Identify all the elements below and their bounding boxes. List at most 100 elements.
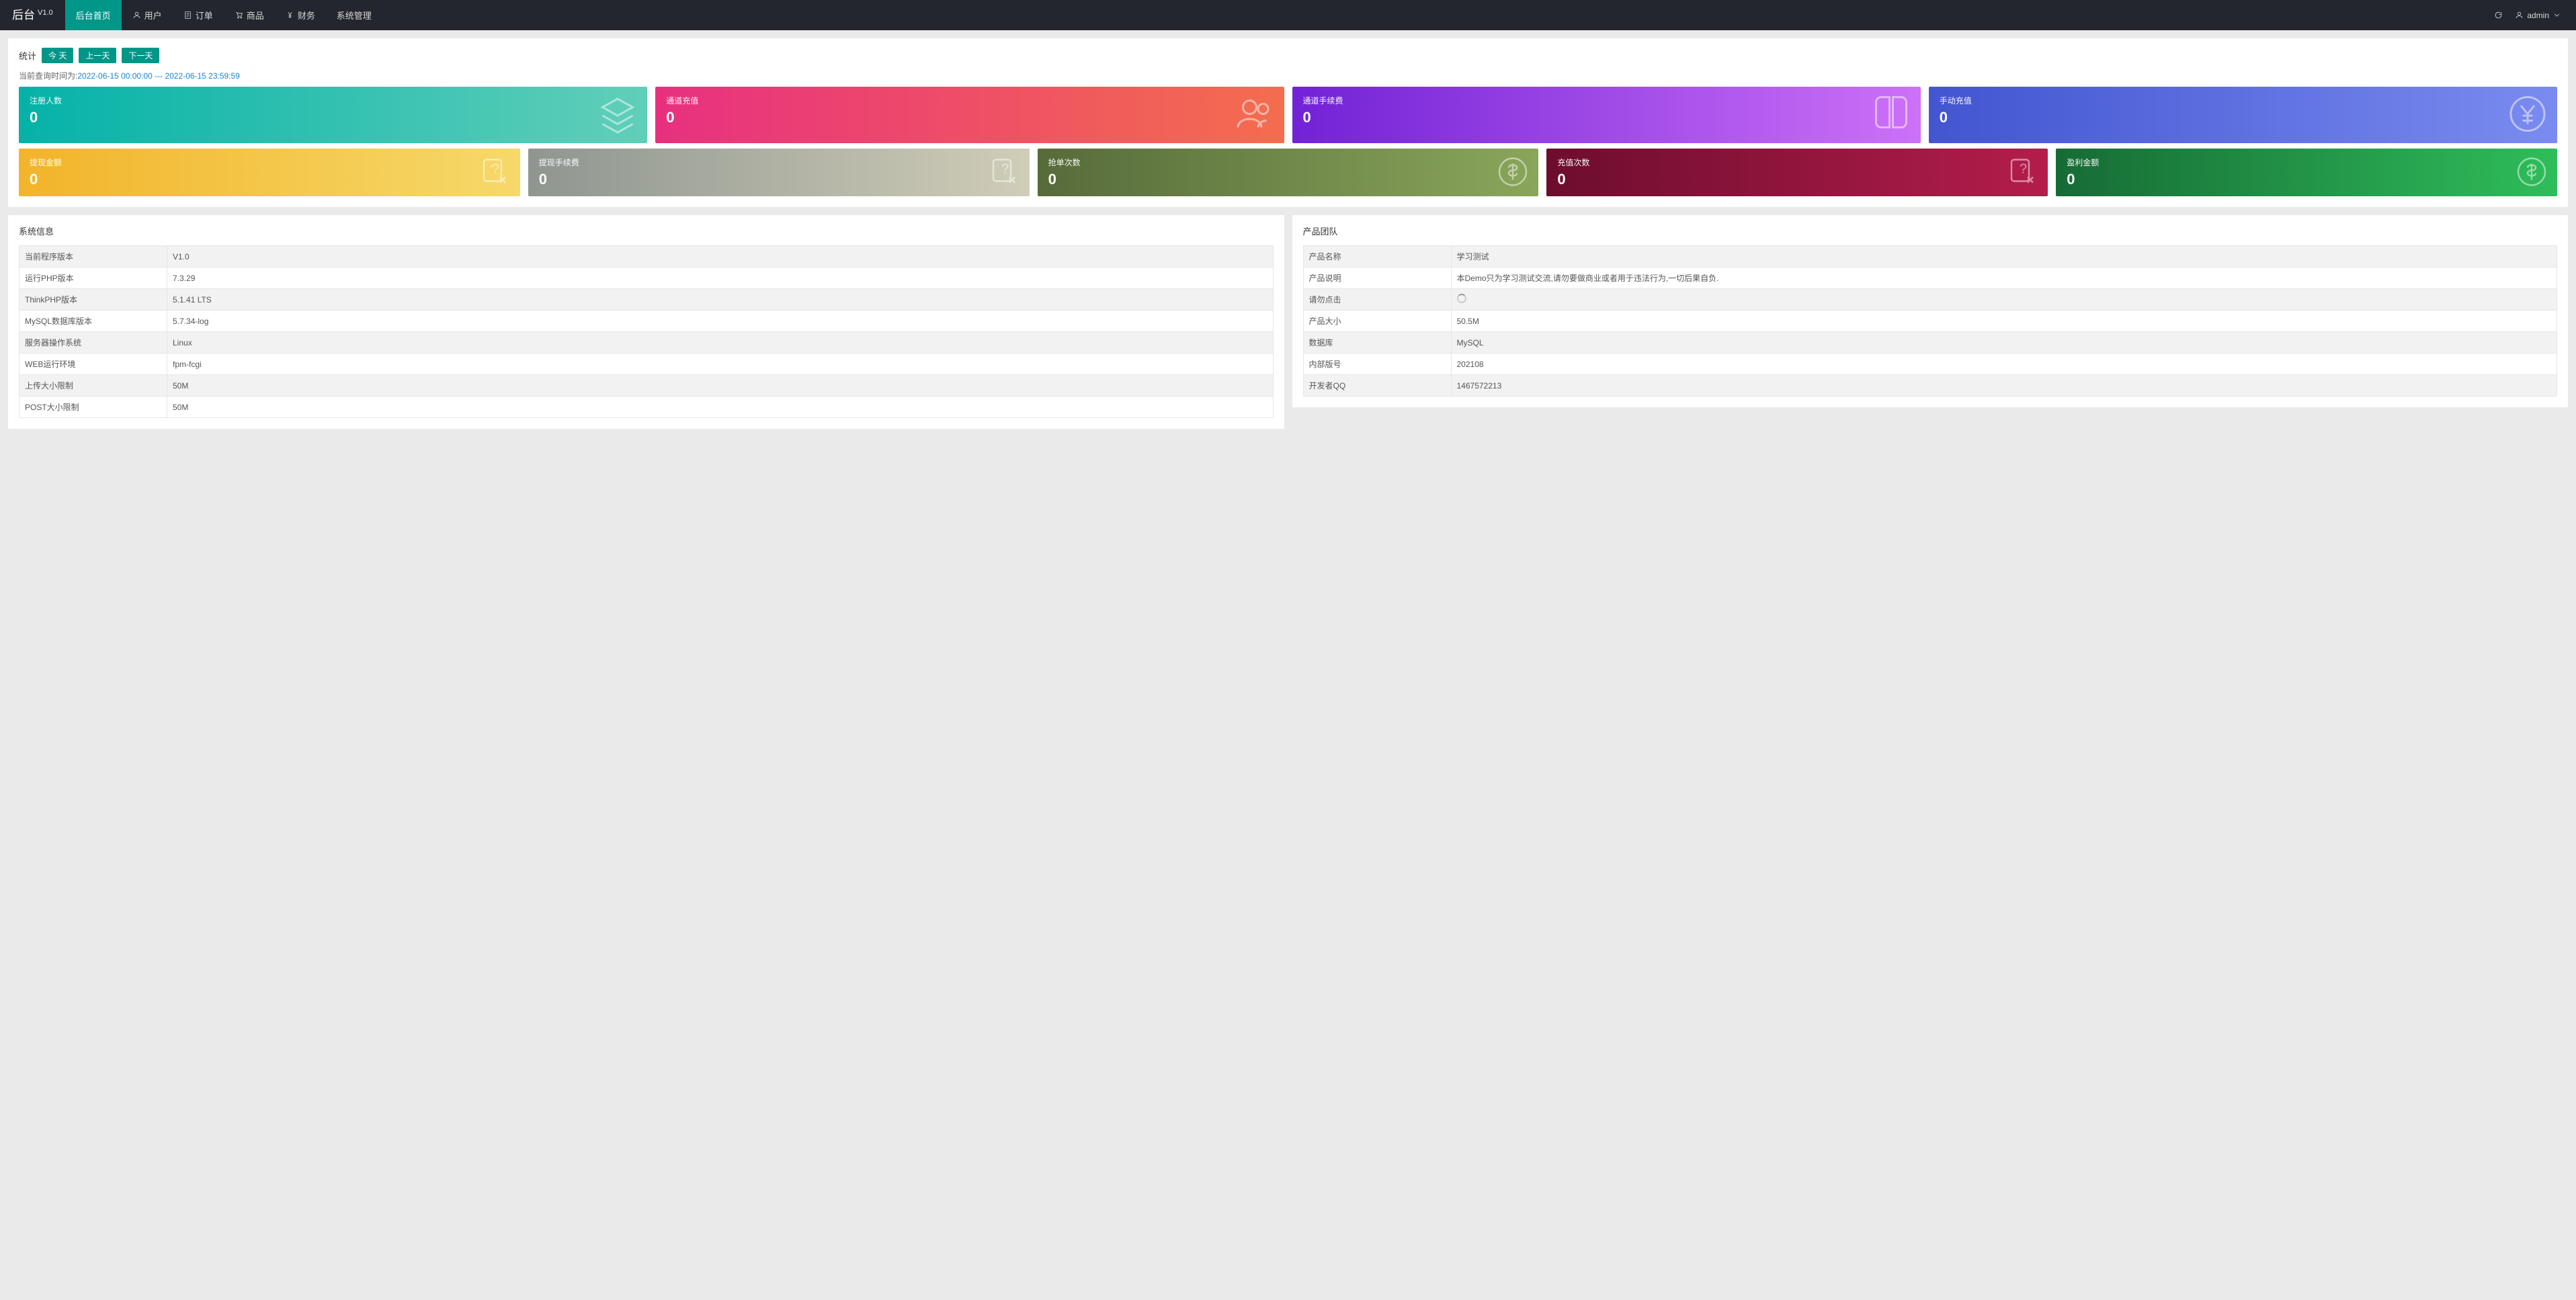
row-value: Linux xyxy=(167,332,1274,354)
tile-grab-count[interactable]: 抢单次数 0 xyxy=(1038,149,1539,196)
table-row: MySQL数据库版本5.7.34-log xyxy=(19,311,1274,332)
query-time-prefix: 当前查询时间为: xyxy=(19,71,77,81)
sysinfo-table: 当前程序版本V1.0运行PHP版本7.3.29ThinkPHP版本5.1.41 … xyxy=(19,245,1274,418)
table-row: WEB运行环境fpm-fcgi xyxy=(19,354,1274,375)
row-value: fpm-fcgi xyxy=(167,354,1274,375)
tile-title: 通道手续费 xyxy=(1303,95,1910,106)
info-row: 系统信息 当前程序版本V1.0运行PHP版本7.3.29ThinkPHP版本5.… xyxy=(8,215,2568,429)
dollar-circle-icon xyxy=(1497,155,1529,190)
row-value: 50M xyxy=(167,397,1274,418)
query-time-line: 当前查询时间为:2022-06-15 00:00:00 --- 2022-06-… xyxy=(19,70,2557,81)
nav-finance[interactable]: 财务 xyxy=(275,0,326,30)
logo-text: 后台 xyxy=(12,0,35,30)
tile-value: 0 xyxy=(539,171,1019,188)
tile-value: 0 xyxy=(30,171,509,188)
row-value: 50M xyxy=(167,375,1274,397)
tile-title: 充值次数 xyxy=(1557,157,2037,168)
yen-circle-icon xyxy=(2507,94,2548,136)
user-menu[interactable]: admin xyxy=(2515,11,2561,20)
tile-manual-recharge[interactable]: 手动充值 0 xyxy=(1929,87,2557,143)
tile-title: 手动充值 xyxy=(1940,95,2546,106)
refresh-icon xyxy=(2494,11,2503,19)
row-value: 50.5M xyxy=(1451,311,2557,332)
nav-users[interactable]: 用户 xyxy=(122,0,173,30)
cart-icon xyxy=(235,11,243,19)
nav-system[interactable]: 系统管理 xyxy=(326,0,382,30)
nav-products[interactable]: 商品 xyxy=(224,0,275,30)
doc-edit-icon: ? xyxy=(988,155,1020,190)
tile-channel-fee[interactable]: 通道手续费 0 xyxy=(1292,87,1921,143)
stats-card: 统计 今 天 上一天 下一天 当前查询时间为:2022-06-15 00:00:… xyxy=(8,38,2568,207)
nav-label: 用户 xyxy=(144,9,162,22)
nav-label: 系统管理 xyxy=(337,9,372,22)
chevron-down-icon xyxy=(2552,11,2561,19)
row-value: 1467572213 xyxy=(1451,375,2557,397)
table-row: 当前程序版本V1.0 xyxy=(19,246,1274,268)
row-value: MySQL xyxy=(1451,332,2557,354)
refresh-button[interactable] xyxy=(2494,11,2503,19)
tiles-row-2: 提现金额 0 ? 提现手续费 0 ? 抢单次数 0 充值次数 0 ? 盈利金额 xyxy=(19,149,2557,196)
prev-day-button[interactable]: 上一天 xyxy=(79,48,116,63)
dollar-circle-icon xyxy=(2516,155,2548,190)
today-button[interactable]: 今 天 xyxy=(42,48,73,63)
doc-edit-icon: ? xyxy=(479,155,511,190)
tile-value: 0 xyxy=(666,109,1273,126)
doc-edit-icon: ? xyxy=(2006,155,2038,190)
svg-text:?: ? xyxy=(2020,161,2027,176)
book-icon xyxy=(1871,94,1911,136)
query-time-value: 2022-06-15 00:00:00 --- 2022-06-15 23:59… xyxy=(77,71,240,81)
table-row: 数据库MySQL xyxy=(1303,332,2557,354)
tiles-row-1: 注册人数 0 通道充值 0 通道手续费 0 手动充值 0 xyxy=(19,87,2557,143)
tile-title: 通道充值 xyxy=(666,95,1273,106)
nav-orders[interactable]: 订单 xyxy=(173,0,224,30)
row-key: 内部版号 xyxy=(1303,354,1451,375)
loading-icon xyxy=(1457,294,1466,303)
row-key: 上传大小限制 xyxy=(19,375,167,397)
logo-version: V1.0 xyxy=(38,0,53,28)
table-row: 产品大小50.5M xyxy=(1303,311,2557,332)
tile-value: 0 xyxy=(1940,109,2546,126)
row-value: 202108 xyxy=(1451,354,2557,375)
team-table: 产品名称学习测试产品说明本Demo只为学习测试交流,请勿要做商业或者用于违法行为… xyxy=(1303,245,2558,397)
tile-profit[interactable]: 盈利金额 0 xyxy=(2056,149,2557,196)
nav-home[interactable]: 后台首页 xyxy=(65,0,122,30)
tile-recharge-count[interactable]: 充值次数 0 ? xyxy=(1546,149,2048,196)
table-row: 产品说明本Demo只为学习测试交流,请勿要做商业或者用于违法行为,一切后果自负. xyxy=(1303,268,2557,289)
row-key: ThinkPHP版本 xyxy=(19,289,167,311)
table-row: 开发者QQ1467572213 xyxy=(1303,375,2557,397)
tile-value: 0 xyxy=(30,109,636,126)
row-key: 当前程序版本 xyxy=(19,246,167,268)
tile-withdraw-fee[interactable]: 提现手续费 0 ? xyxy=(528,149,1030,196)
row-key: 产品大小 xyxy=(1303,311,1451,332)
tile-withdraw-amount[interactable]: 提现金额 0 ? xyxy=(19,149,520,196)
svg-text:?: ? xyxy=(492,161,499,176)
tile-title: 提现手续费 xyxy=(539,157,1019,168)
sysinfo-card: 系统信息 当前程序版本V1.0运行PHP版本7.3.29ThinkPHP版本5.… xyxy=(8,215,1284,429)
table-row: POST大小限制50M xyxy=(19,397,1274,418)
row-key: 运行PHP版本 xyxy=(19,268,167,289)
next-day-button[interactable]: 下一天 xyxy=(122,48,159,63)
row-value: 本Demo只为学习测试交流,请勿要做商业或者用于违法行为,一切后果自负. xyxy=(1451,268,2557,289)
nav-label: 财务 xyxy=(298,9,315,22)
tile-channel-recharge[interactable]: 通道充值 0 xyxy=(655,87,1284,143)
tile-title: 注册人数 xyxy=(30,95,636,106)
nav-label: 后台首页 xyxy=(76,9,111,22)
tile-value: 0 xyxy=(1048,171,1528,188)
user-icon xyxy=(132,11,141,19)
table-row: 服务器操作系统Linux xyxy=(19,332,1274,354)
row-key: 服务器操作系统 xyxy=(19,332,167,354)
tile-title: 提现金额 xyxy=(30,157,509,168)
main-nav: 后台首页 用户 订单 商品 财务 系统管理 xyxy=(65,0,382,30)
users-icon xyxy=(1235,94,1275,136)
tile-registrations[interactable]: 注册人数 0 xyxy=(19,87,647,143)
team-card: 产品团队 产品名称学习测试产品说明本Demo只为学习测试交流,请勿要做商业或者用… xyxy=(1292,215,2569,407)
content-area: 统计 今 天 上一天 下一天 当前查询时间为:2022-06-15 00:00:… xyxy=(0,30,2576,437)
yen-icon xyxy=(286,11,294,19)
nav-label: 商品 xyxy=(247,9,264,22)
logo: 后台 V1.0 xyxy=(0,0,65,30)
tile-value: 0 xyxy=(1303,109,1910,126)
username: admin xyxy=(2527,11,2549,20)
row-value: 7.3.29 xyxy=(167,268,1274,289)
table-row: 产品名称学习测试 xyxy=(1303,246,2557,268)
stat-label: 统计 xyxy=(19,49,36,62)
